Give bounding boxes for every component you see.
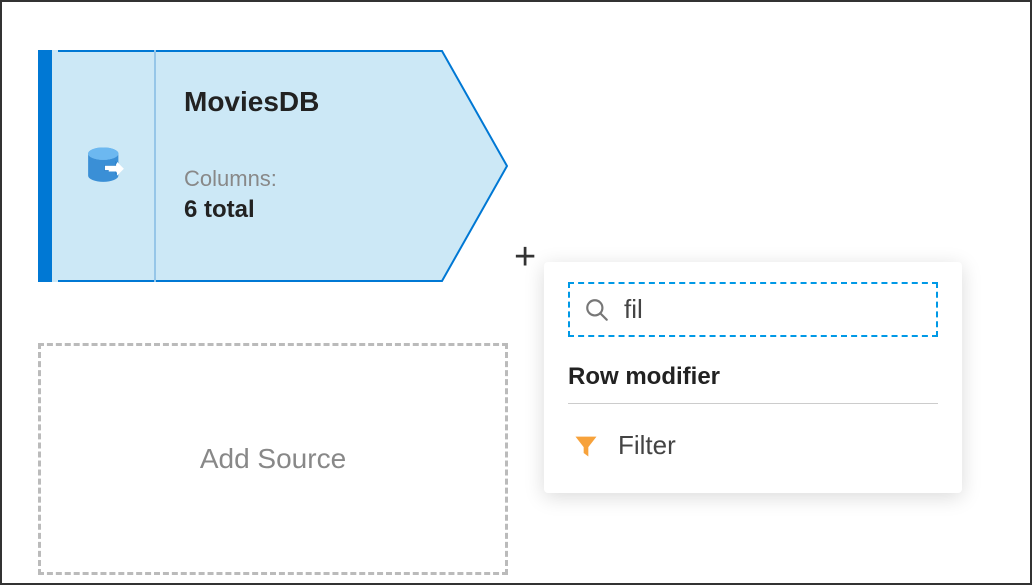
search-box[interactable]: [568, 282, 938, 337]
menu-item-filter[interactable]: Filter: [568, 422, 938, 469]
source-icon-area: [58, 50, 156, 282]
search-icon: [584, 297, 610, 323]
add-source-label: Add Source: [200, 443, 346, 475]
source-selection-bar: [38, 50, 52, 282]
source-columns-label: Columns:: [184, 166, 480, 192]
section-header-row-modifier: Row modifier: [568, 363, 938, 404]
add-transformation-button[interactable]: +: [514, 238, 536, 276]
source-columns-value: 6 total: [184, 196, 480, 224]
filter-icon: [572, 432, 600, 460]
search-input[interactable]: [624, 294, 959, 325]
source-node-moviesdb[interactable]: MoviesDB Columns: 6 total: [38, 50, 508, 282]
add-source-placeholder[interactable]: Add Source: [38, 343, 508, 575]
source-body: MoviesDB Columns: 6 total: [156, 50, 508, 282]
transformation-picker-popup: Row modifier Filter: [544, 262, 962, 493]
database-icon: [84, 144, 128, 188]
source-title: MoviesDB: [184, 86, 480, 118]
menu-item-label: Filter: [618, 430, 676, 461]
